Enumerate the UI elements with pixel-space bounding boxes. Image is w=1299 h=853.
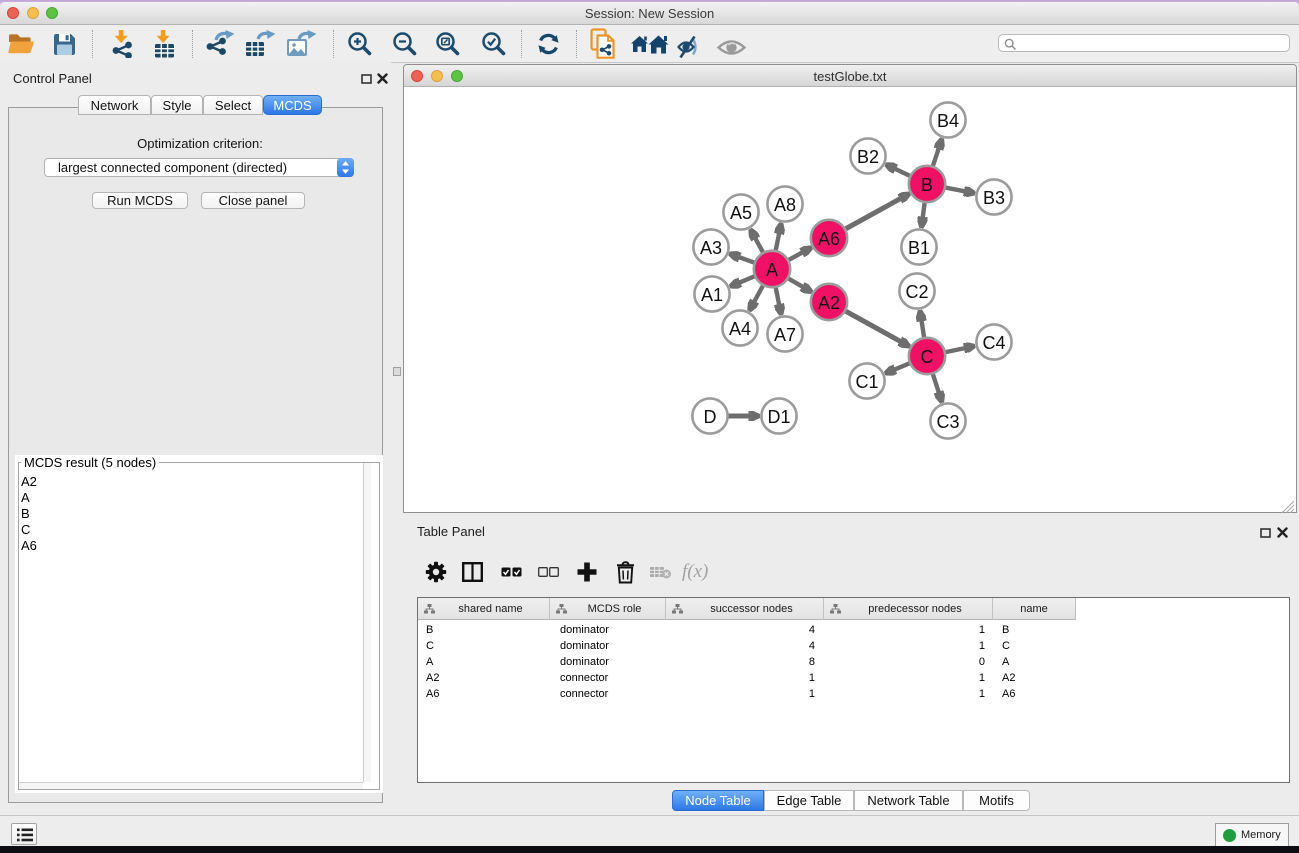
svg-text:A2: A2 xyxy=(818,293,840,313)
svg-text:C3: C3 xyxy=(936,412,959,432)
svg-text:C2: C2 xyxy=(905,282,928,302)
svg-text:A6: A6 xyxy=(818,229,840,249)
svg-text:B: B xyxy=(921,175,933,195)
svg-text:A4: A4 xyxy=(729,319,751,339)
svg-text:D1: D1 xyxy=(767,407,790,427)
svg-text:C: C xyxy=(921,347,934,367)
svg-text:A5: A5 xyxy=(730,203,752,223)
svg-text:B1: B1 xyxy=(908,238,930,258)
svg-text:C1: C1 xyxy=(855,372,878,392)
svg-text:C4: C4 xyxy=(982,333,1005,353)
svg-text:B3: B3 xyxy=(983,188,1005,208)
svg-text:A3: A3 xyxy=(700,238,722,258)
svg-text:A7: A7 xyxy=(774,325,796,345)
svg-text:A8: A8 xyxy=(774,195,796,215)
svg-text:B2: B2 xyxy=(857,147,879,167)
svg-text:A: A xyxy=(766,260,778,280)
svg-text:B4: B4 xyxy=(937,111,959,131)
svg-text:A1: A1 xyxy=(701,285,723,305)
svg-text:D: D xyxy=(704,407,717,427)
